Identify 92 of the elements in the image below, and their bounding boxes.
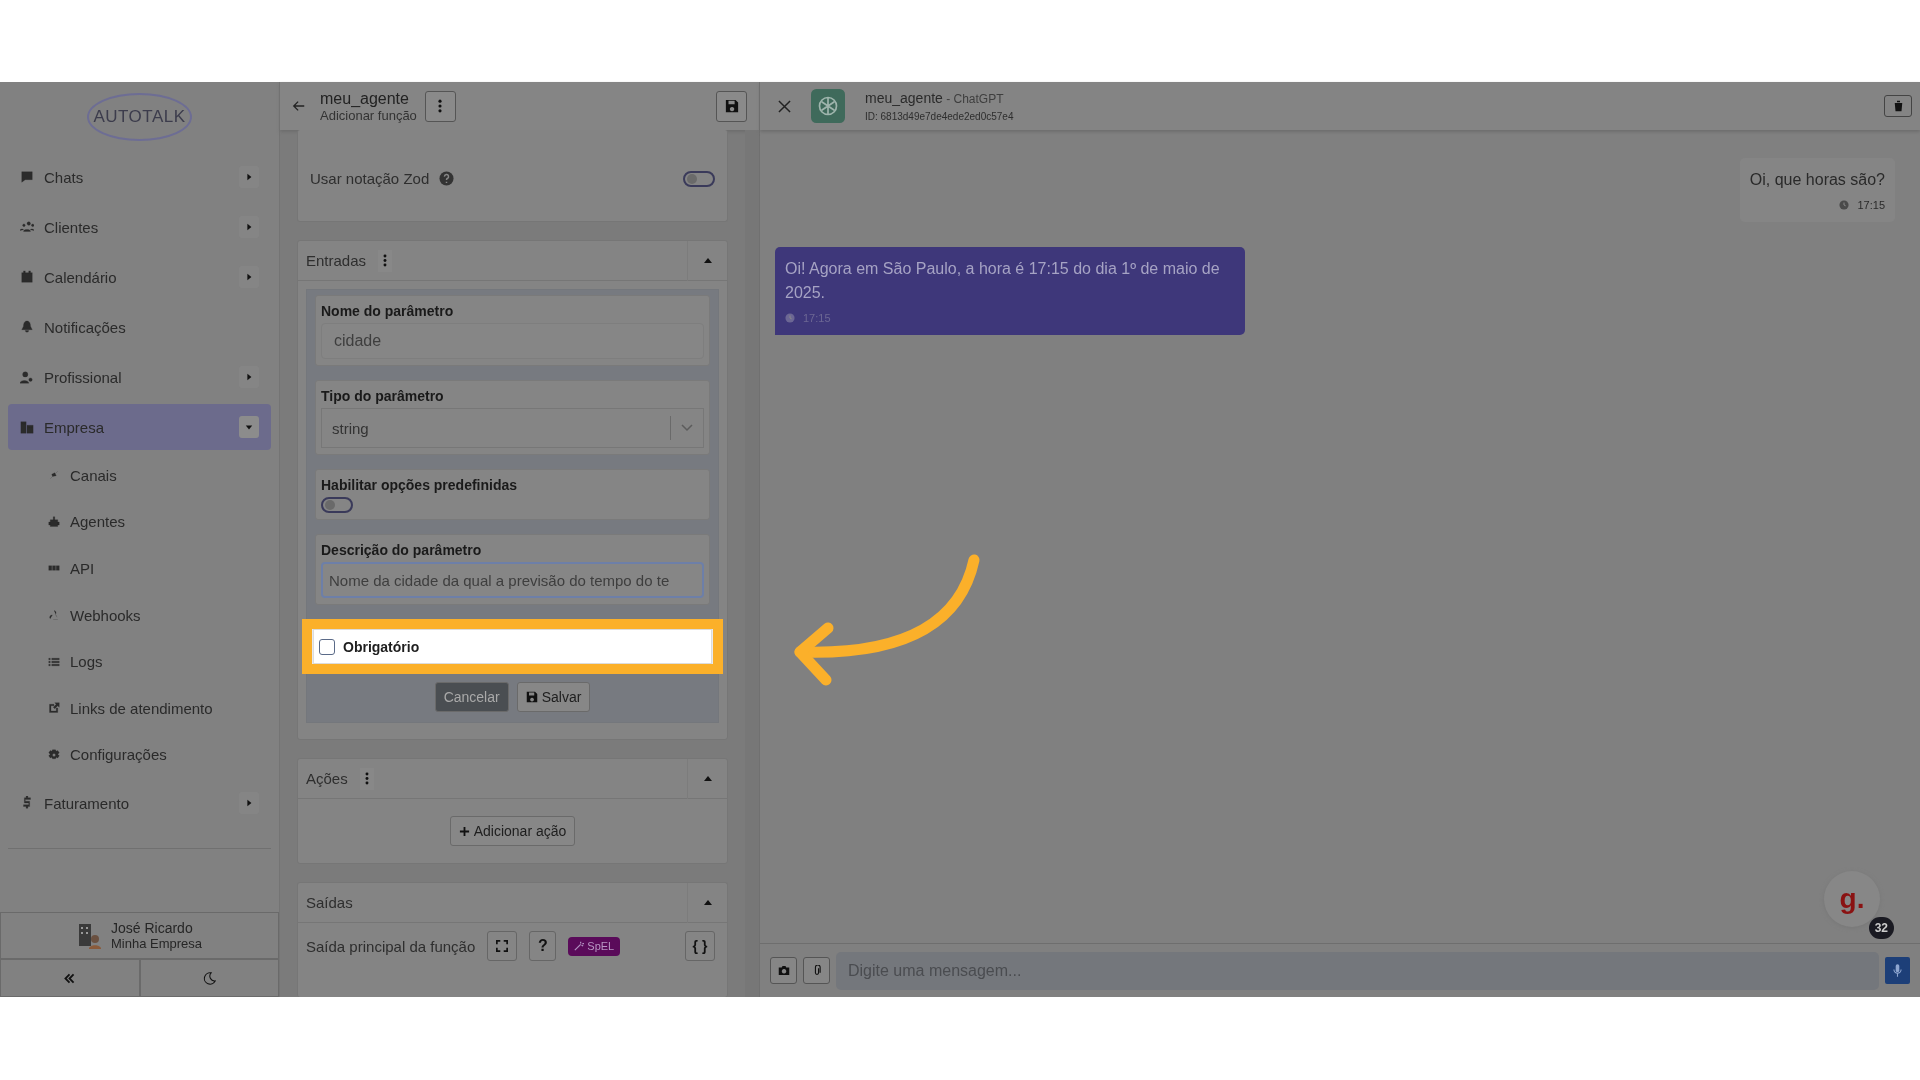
sidebar-item[interactable]: Clientes	[8, 204, 271, 250]
sidebar-subitem[interactable]: Configurações	[8, 731, 271, 779]
caret-icon[interactable]	[239, 366, 259, 388]
parameter-description-field[interactable]: Nome da cidade da qual a previsão do tempo do te	[321, 562, 704, 598]
field-label: Descrição do parâmetro	[321, 542, 483, 558]
clock-icon	[785, 313, 795, 323]
section-title: Entradas	[306, 252, 367, 269]
sidebar-subitem[interactable]: Links de atendimento	[8, 684, 271, 732]
camera-button[interactable]	[770, 957, 797, 984]
users-icon	[20, 220, 34, 234]
code-button[interactable]: { }	[685, 931, 715, 961]
parameter-type-select[interactable]: string	[321, 408, 704, 448]
message-text: Oi! Agora em São Paulo, a hora é 17:15 do dia 1º de maio de 2025.	[785, 259, 1221, 303]
sidebar-item[interactable]: Profissional	[8, 354, 271, 400]
spel-badge[interactable]: SpEL	[568, 936, 621, 956]
save-button[interactable]: Salvar	[516, 682, 591, 712]
sidebar-subitem[interactable]: Webhooks	[8, 591, 271, 639]
camera-icon	[777, 965, 790, 976]
cancel-button[interactable]: Cancelar	[434, 682, 509, 712]
trash-icon	[1892, 100, 1904, 112]
logo: AUTOTALK	[87, 93, 192, 141]
building-icon	[20, 420, 34, 434]
microphone-icon	[1893, 964, 1902, 977]
caret-icon[interactable]	[239, 792, 259, 815]
help-button[interactable]: ?	[529, 931, 557, 961]
delete-button[interactable]	[1884, 95, 1912, 117]
close-icon[interactable]	[778, 99, 791, 113]
caret-icon[interactable]	[239, 416, 259, 438]
required-checkbox[interactable]	[319, 638, 335, 655]
add-action-button[interactable]: Adicionar ação	[449, 816, 576, 846]
checkbox-label: Obrigatório	[343, 638, 420, 655]
building-person-icon	[76, 921, 101, 950]
chat-bubble-icon	[20, 170, 34, 184]
caret-icon[interactable]	[239, 216, 259, 238]
kebab-icon	[364, 772, 369, 785]
field-label: Habilitar opções predefinidas	[321, 477, 519, 493]
dollar-icon	[20, 796, 34, 811]
gear-icon	[48, 748, 60, 761]
arrow-left-icon	[292, 99, 306, 113]
sidebar-subitem[interactable]: API	[8, 545, 271, 592]
double-chevron-left-icon	[63, 971, 77, 985]
field-label: Tipo do parâmetro	[321, 388, 445, 404]
microphone-button[interactable]	[1885, 957, 1910, 984]
sidebar-item[interactable]: Calendário	[8, 254, 271, 300]
sidebar-item[interactable]: Empresa	[8, 404, 271, 450]
external-link-icon	[48, 702, 60, 715]
options-toggle[interactable]	[321, 497, 353, 513]
message-text: Oi, que horas são?	[1749, 170, 1885, 190]
company-name: Minha Empresa	[110, 936, 202, 951]
chevron-down-icon	[681, 424, 693, 432]
agent-id: ID: 6813d49e7de4ede2ed0c57e4	[865, 111, 1014, 122]
magic-wand-icon	[574, 941, 585, 951]
caret-icon[interactable]	[239, 266, 259, 288]
expand-icon	[496, 940, 509, 952]
more-button[interactable]	[378, 249, 393, 272]
robot-icon	[48, 515, 60, 528]
help-icon[interactable]	[439, 171, 455, 186]
plug-icon	[48, 469, 60, 482]
zod-label: Usar notação Zod	[310, 170, 430, 187]
attach-button[interactable]	[803, 957, 830, 984]
more-button[interactable]	[359, 767, 374, 790]
field-label: Nome do parâmetro	[321, 303, 455, 319]
kebab-icon	[383, 254, 388, 267]
sidebar-subitem[interactable]: Agentes	[8, 498, 271, 546]
sidebar-subitem[interactable]: Canais	[8, 452, 271, 499]
section-title: Ações	[306, 770, 348, 787]
calendar-icon	[20, 270, 34, 284]
message-time: 17:15	[1857, 198, 1885, 212]
clock-icon	[1839, 200, 1850, 210]
bell-icon	[20, 320, 34, 334]
parameter-name-field[interactable]: cidade	[321, 323, 704, 359]
page-subtitle: Adicionar função	[320, 107, 417, 123]
save-button[interactable]	[716, 90, 747, 122]
list-icon	[48, 655, 60, 668]
user-card[interactable]: José Ricardo Minha Empresa	[0, 912, 279, 959]
user-gear-icon	[20, 370, 34, 384]
sidebar-subitem[interactable]: Logs	[8, 638, 271, 685]
output-label: Saída principal da função	[306, 937, 476, 955]
moon-icon	[202, 971, 216, 985]
chat-title: meu_agente - ChatGPT	[865, 90, 1005, 106]
plus-icon	[458, 825, 470, 837]
section-title: Saídas	[306, 894, 353, 911]
user-name: José Ricardo	[110, 920, 194, 936]
expand-button[interactable]	[487, 931, 518, 961]
sidebar-item[interactable]: Chats	[8, 154, 271, 200]
zod-toggle[interactable]	[683, 170, 715, 187]
kebab-icon	[438, 99, 443, 113]
sidebar-item[interactable]: Faturamento	[8, 780, 271, 827]
sidebar-item[interactable]: Notificações	[8, 304, 271, 350]
caret-icon[interactable]	[239, 166, 259, 188]
agent-title: meu_agente	[320, 89, 410, 108]
count-badge: 32	[1868, 917, 1894, 939]
